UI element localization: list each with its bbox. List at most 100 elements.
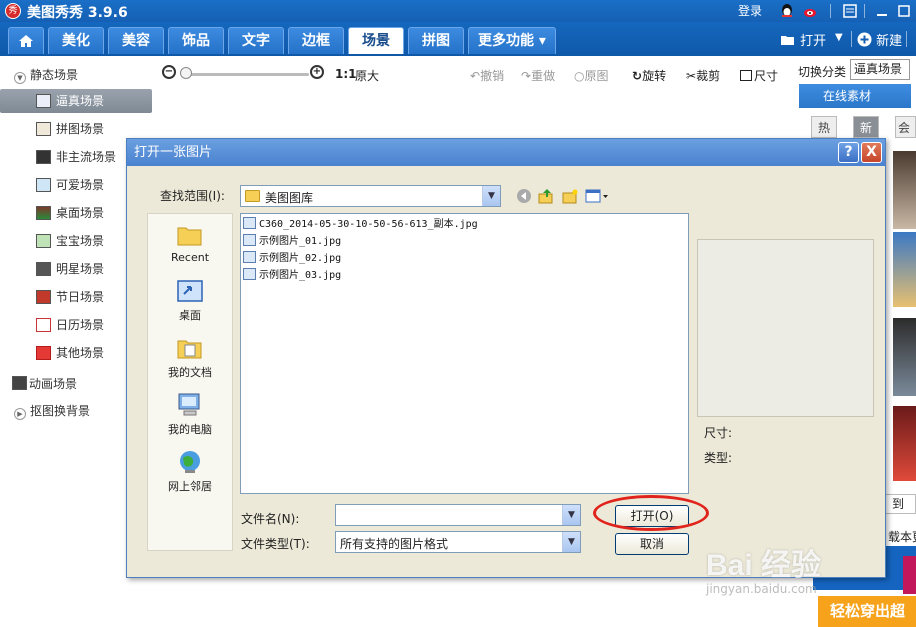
jpg-file-icon bbox=[243, 234, 256, 246]
filetype-select[interactable]: 所有支持的图片格式 ▼ bbox=[335, 531, 581, 553]
zoom-slider-handle[interactable] bbox=[180, 67, 192, 79]
sidebar-group-animated-label: 动画场景 bbox=[29, 377, 78, 391]
zoom-out-icon[interactable]: − bbox=[162, 65, 176, 79]
promo-banner-secondary[interactable] bbox=[903, 556, 916, 594]
file-name: 示例图片_01.jpg bbox=[259, 236, 342, 247]
actual-size-button[interactable]: 1:1 bbox=[335, 67, 357, 81]
open-file-button[interactable]: 打开 bbox=[780, 30, 826, 49]
rotate-label: 旋转 bbox=[642, 69, 667, 83]
subtab-more[interactable]: 会 bbox=[895, 116, 916, 138]
tab-makeup[interactable]: 美容 bbox=[108, 27, 164, 54]
calendar-scene-icon bbox=[36, 318, 51, 332]
preview-type-label: 类型: bbox=[704, 451, 733, 465]
place-desktop[interactable]: 桌面 bbox=[148, 278, 232, 323]
online-material-tab[interactable]: 在线素材 bbox=[799, 84, 911, 108]
open-dropdown-arrow[interactable]: ▼ bbox=[835, 32, 843, 43]
up-folder-button[interactable] bbox=[538, 188, 554, 204]
back-button[interactable] bbox=[516, 188, 532, 204]
login-link[interactable]: 登录 bbox=[738, 2, 762, 19]
jpg-file-icon bbox=[243, 268, 256, 280]
sidebar-group-animated[interactable]: 动画场景 bbox=[12, 374, 77, 394]
redo-icon: ↷ bbox=[521, 69, 532, 83]
sidebar-item-label: 非主流场景 bbox=[56, 150, 117, 164]
original-image-label: 原图 bbox=[584, 69, 609, 83]
view-menu-icon bbox=[585, 189, 608, 203]
dialog-title: 打开一张图片 bbox=[127, 139, 885, 166]
tab-beautify[interactable]: 美化 bbox=[48, 27, 104, 54]
filename-input[interactable]: ▼ bbox=[335, 504, 581, 526]
sidebar-item-realistic[interactable]: 逼真场景 bbox=[0, 89, 152, 113]
open-button[interactable]: 打开(O) bbox=[615, 505, 689, 527]
bottom-ad-banner[interactable]: 轻松穿出超 bbox=[818, 596, 916, 627]
file-list-item[interactable]: C360_2014-05-30-10-50-56-613_副本.jpg bbox=[243, 217, 478, 233]
baby-scene-icon bbox=[36, 234, 51, 248]
tab-text[interactable]: 文字 bbox=[228, 27, 284, 54]
edit-toolbar: − + 1:1 原大 ↶撤销 ↷重做 ○原图 ↻旋转 ✂裁剪 尺寸 bbox=[158, 58, 793, 90]
chevron-down-icon[interactable]: ▼ bbox=[562, 532, 580, 552]
page-goto-input[interactable]: 到 bbox=[885, 494, 916, 514]
place-label: Recent bbox=[170, 251, 210, 264]
chevron-down-icon[interactable]: ▼ bbox=[482, 186, 500, 206]
download-link[interactable]: 载本更 bbox=[888, 528, 916, 545]
place-label: 桌面 bbox=[179, 309, 201, 322]
cute-scene-icon bbox=[36, 178, 51, 192]
crop-label: 裁剪 bbox=[696, 69, 721, 83]
subtab-hot[interactable]: 热门 bbox=[811, 116, 838, 157]
feedback-icon[interactable] bbox=[842, 3, 858, 19]
place-network[interactable]: 网上邻居 bbox=[148, 449, 232, 494]
file-list[interactable]: C360_2014-05-30-10-50-56-613_副本.jpg 示例图片… bbox=[240, 213, 689, 494]
sidebar-item-label: 节日场景 bbox=[56, 290, 105, 304]
material-thumbnail[interactable] bbox=[893, 151, 916, 229]
maximize-icon[interactable] bbox=[896, 3, 912, 19]
material-thumbnail[interactable] bbox=[893, 318, 916, 396]
dialog-help-button[interactable]: ? bbox=[838, 142, 859, 163]
tab-more-features[interactable]: 更多功能 ▾ bbox=[468, 27, 556, 54]
place-recent[interactable]: Recent bbox=[148, 222, 232, 264]
new-file-button[interactable]: 新建 bbox=[857, 30, 902, 49]
qq-icon[interactable] bbox=[779, 3, 795, 19]
preview-size-label: 尺寸: bbox=[704, 426, 733, 440]
file-list-item[interactable]: 示例图片_03.jpg bbox=[243, 268, 341, 284]
place-my-computer[interactable]: 我的电脑 bbox=[148, 392, 232, 437]
new-folder-button[interactable] bbox=[562, 188, 578, 204]
back-arrow-icon bbox=[517, 189, 531, 203]
cancel-button[interactable]: 取消 bbox=[615, 533, 689, 555]
undo-button[interactable]: ↶撤销 bbox=[470, 67, 504, 84]
material-thumbnail[interactable] bbox=[893, 406, 916, 481]
chevron-down-icon[interactable]: ▼ bbox=[562, 505, 580, 525]
new-file-label: 新建 bbox=[876, 34, 903, 49]
file-name: C360_2014-05-30-10-50-56-613_副本.jpg bbox=[259, 219, 478, 230]
file-name: 示例图片_02.jpg bbox=[259, 253, 342, 264]
weibo-icon[interactable] bbox=[803, 3, 819, 19]
tab-collage[interactable]: 拼图 bbox=[408, 27, 464, 54]
desktop-icon bbox=[177, 280, 203, 302]
filename-label: 文件名(N): bbox=[241, 512, 300, 526]
sidebar-group-static[interactable]: ▼ 静态场景 bbox=[14, 66, 78, 86]
tab-frame[interactable]: 边框 bbox=[288, 27, 344, 54]
zoom-slider[interactable] bbox=[184, 73, 309, 76]
redo-button[interactable]: ↷重做 bbox=[521, 67, 555, 84]
file-list-item[interactable]: 示例图片_01.jpg bbox=[243, 234, 341, 250]
rotate-button[interactable]: ↻旋转 bbox=[632, 67, 666, 84]
view-menu-button[interactable] bbox=[585, 188, 609, 204]
original-image-button[interactable]: ○原图 bbox=[574, 67, 609, 84]
plus-circle-icon bbox=[857, 32, 872, 47]
lookin-combo[interactable]: 美图图库 ▼ bbox=[240, 185, 501, 207]
new-folder-icon bbox=[562, 189, 578, 204]
tab-home[interactable] bbox=[8, 27, 44, 54]
sidebar-group-static-label: 静态场景 bbox=[30, 68, 79, 82]
material-thumbnail[interactable] bbox=[893, 232, 916, 307]
dialog-close-button[interactable]: X bbox=[861, 142, 882, 163]
original-size-label[interactable]: 原大 bbox=[355, 67, 379, 84]
sidebar-group-cutout[interactable]: ▶ 抠图换背景 bbox=[14, 402, 90, 422]
crop-button[interactable]: ✂裁剪 bbox=[686, 67, 720, 84]
subtab-new[interactable]: 新鲜 bbox=[853, 116, 880, 157]
category-select[interactable]: 逼真场景 bbox=[850, 59, 910, 80]
resize-button[interactable]: 尺寸 bbox=[740, 67, 778, 84]
minimize-icon[interactable] bbox=[874, 3, 890, 19]
place-my-documents[interactable]: 我的文档 bbox=[148, 335, 232, 380]
tab-scene[interactable]: 场景 bbox=[348, 27, 404, 54]
file-list-item[interactable]: 示例图片_02.jpg bbox=[243, 251, 341, 267]
zoom-in-icon[interactable]: + bbox=[310, 65, 324, 79]
tab-ornaments[interactable]: 饰品 bbox=[168, 27, 224, 54]
